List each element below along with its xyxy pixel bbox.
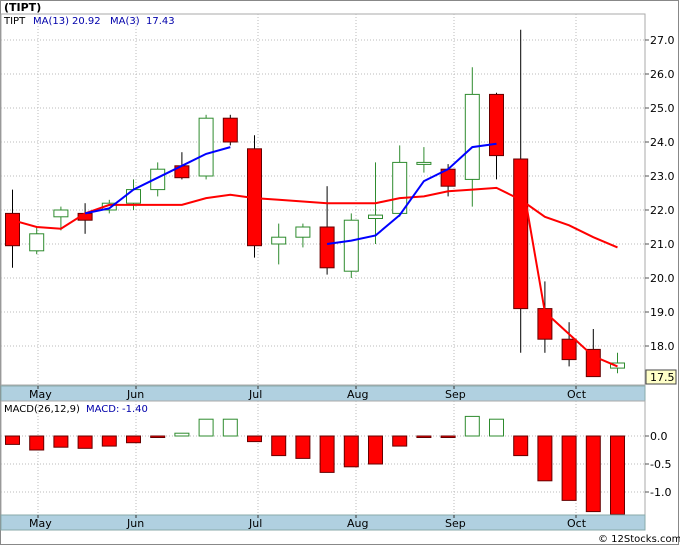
macd-bar [198, 418, 214, 437]
candle-body [343, 219, 359, 272]
macd-tick-label: -1.0 [650, 486, 671, 499]
candle-body [513, 158, 529, 310]
candle-body [319, 226, 335, 269]
legend-ma3-value: 17.43 [146, 16, 175, 27]
macd-bar [368, 435, 383, 465]
legend-ticker: TIPT [3, 16, 26, 27]
macd-bar [222, 418, 238, 437]
month-label: Sep [445, 388, 466, 401]
candle-body [392, 161, 408, 214]
candle-body [295, 226, 311, 238]
price-tick-label: 19.0 [650, 306, 675, 319]
price-tick-label: 25.0 [650, 102, 675, 115]
legend-ma3-label: MA(3) [110, 16, 140, 27]
price-tick-label: 21.0 [650, 238, 675, 251]
watermark: © 12Stocks.com [598, 534, 680, 545]
candle-body [5, 212, 20, 247]
macd-bar [343, 435, 359, 468]
macd-legend: MACD(26,12,9) MACD: -1.40 [4, 404, 148, 415]
candle-body [126, 189, 141, 204]
macd-bar [53, 435, 69, 448]
macd-bar [513, 435, 529, 457]
macd-bar [440, 435, 456, 438]
candle-body [416, 161, 432, 165]
candle-body [368, 214, 383, 220]
macd-tick-label: 0.0 [650, 430, 668, 443]
month-label: Jun [126, 517, 144, 530]
price-tick-label: 18.0 [650, 340, 675, 353]
candle-body [198, 117, 214, 177]
macd-bar [174, 432, 190, 437]
macd-bar [247, 435, 262, 443]
macd-bar [271, 435, 287, 457]
macd-tick-label: -0.5 [650, 458, 671, 471]
month-label: Jul [248, 517, 262, 530]
candle-body [585, 348, 601, 378]
macd-bar [5, 435, 20, 445]
legend-ma13-label: MA(13) [33, 16, 69, 27]
month-label: Sep [445, 517, 466, 530]
macd-bar [585, 435, 601, 513]
stock-chart: (TIPT) 18.0 19.0 20.0 21.0 22.0 23.0 24.0 25.0 2… [0, 0, 680, 545]
chart-title: (TIPT) [4, 1, 41, 14]
macd-bar [392, 435, 408, 447]
macd-bar [537, 435, 553, 482]
macd-bar [29, 435, 45, 451]
chart-border [0, 0, 679, 545]
macd-bar [610, 435, 625, 515]
price-tick-label: 24.0 [650, 136, 675, 149]
macd-legend-label: MACD: [86, 404, 119, 415]
month-axis-lower [0, 514, 646, 531]
price-tick-label: 22.0 [650, 204, 675, 217]
month-label: Oct [567, 517, 587, 530]
month-axis-upper [0, 385, 646, 402]
macd-bar [77, 435, 93, 449]
candle-body [464, 93, 480, 180]
macd-bar [464, 415, 480, 437]
month-label: May [29, 517, 52, 530]
price-tick-label: 20.0 [650, 272, 675, 285]
candle-body [271, 236, 287, 245]
price-tick-label: 23.0 [650, 170, 675, 183]
macd-bar [319, 435, 335, 473]
macd-bar [150, 435, 166, 438]
last-price-value: 17.5 [650, 371, 675, 384]
macd-legend-params: MACD(26,12,9) [4, 404, 80, 415]
candle-body [489, 93, 504, 157]
macd-bar [489, 418, 504, 437]
macd-bar [416, 435, 432, 438]
month-label: Jun [126, 388, 144, 401]
legend-ma13-value: 20.92 [72, 16, 101, 27]
price-tick-label: 27.0 [650, 34, 675, 47]
macd-bar [561, 435, 577, 501]
candle-body [29, 233, 45, 252]
macd-bar [101, 435, 117, 447]
month-label: Jul [248, 388, 262, 401]
macd-bar [295, 435, 311, 459]
candle-body [222, 117, 238, 143]
month-label: Oct [567, 388, 587, 401]
last-price-tag: 17.5 [645, 369, 677, 385]
price-tick-label: 26.0 [650, 68, 675, 81]
month-label: May [29, 388, 52, 401]
month-label: Aug [347, 388, 368, 401]
macd-legend-value: -1.40 [122, 404, 148, 415]
candle-body [561, 338, 577, 361]
candle-body [53, 209, 69, 218]
macd-bar [126, 435, 141, 444]
month-label: Aug [347, 517, 368, 530]
